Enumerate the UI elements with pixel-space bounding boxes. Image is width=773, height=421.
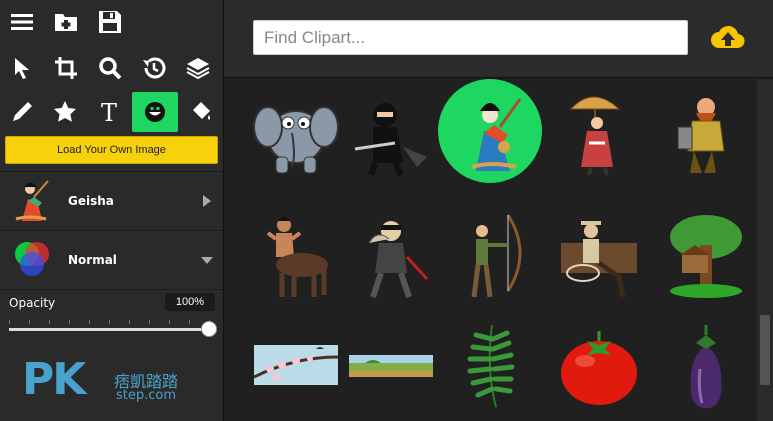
clipart-elephant[interactable] bbox=[246, 83, 346, 183]
load-image-button[interactable]: Load Your Own Image bbox=[5, 136, 218, 164]
clipart-cowboy-lasso[interactable] bbox=[549, 205, 649, 305]
opacity-tick bbox=[129, 320, 130, 324]
clipart-name: Geisha bbox=[68, 193, 114, 208]
clipart-fern-leaf-art bbox=[467, 324, 515, 408]
add-folder-icon[interactable] bbox=[44, 2, 88, 42]
tools-sidebar: T Load Your Own Image Geisha Normal Opac… bbox=[0, 0, 224, 421]
pencil-icon[interactable] bbox=[0, 92, 43, 132]
opacity-value-field[interactable]: 100% bbox=[165, 293, 215, 311]
clipart-landscape[interactable] bbox=[341, 315, 441, 415]
gallery-scrollbar[interactable] bbox=[757, 79, 773, 421]
clipart-ninja[interactable] bbox=[341, 83, 441, 183]
blend-mode-label: Normal bbox=[68, 252, 117, 267]
opacity-tick bbox=[149, 320, 150, 324]
clipart-burglar[interactable] bbox=[341, 205, 441, 305]
clipart-dwarf-warrior[interactable] bbox=[656, 83, 756, 183]
watermark-logo: PK 痞凱踏踏 step.com bbox=[22, 354, 202, 414]
clipart-dwarf-warrior-art bbox=[677, 98, 725, 173]
search-bar bbox=[224, 0, 773, 78]
blend-mode-icon bbox=[8, 235, 56, 284]
chevron-down-icon[interactable] bbox=[201, 254, 213, 266]
clipart-archer-art bbox=[471, 214, 522, 298]
zoom-icon[interactable] bbox=[88, 48, 132, 88]
clipart-landscape-art bbox=[349, 355, 433, 377]
clipart-fern-leaf[interactable] bbox=[442, 315, 542, 415]
layers-icon[interactable] bbox=[176, 48, 220, 88]
clipart-treehouse[interactable] bbox=[656, 205, 756, 305]
menu-icon[interactable] bbox=[0, 2, 44, 42]
history-icon[interactable] bbox=[132, 48, 176, 88]
clipart-umbrella-woman-art bbox=[569, 96, 621, 176]
opacity-slider-fill bbox=[9, 328, 209, 331]
opacity-tick bbox=[109, 320, 110, 324]
opacity-label: Opacity bbox=[9, 296, 56, 310]
clipart-centaur[interactable] bbox=[246, 205, 346, 305]
clipart-elephant-art bbox=[253, 106, 339, 174]
clipart-tomato[interactable] bbox=[549, 315, 649, 415]
opacity-tick bbox=[29, 320, 30, 324]
clipart-smiley-icon[interactable] bbox=[132, 92, 178, 132]
current-clipart-row[interactable]: Geisha bbox=[0, 171, 223, 229]
clipart-search-input[interactable] bbox=[253, 20, 688, 55]
opacity-tick bbox=[189, 320, 190, 324]
clipart-eggplant[interactable] bbox=[656, 315, 756, 415]
star-icon[interactable] bbox=[43, 92, 86, 132]
svg-text:T: T bbox=[101, 100, 117, 124]
save-icon[interactable] bbox=[88, 2, 132, 42]
clipart-archer[interactable] bbox=[442, 205, 542, 305]
clipart-geisha[interactable] bbox=[438, 79, 542, 183]
clipart-geisha-art bbox=[471, 98, 522, 171]
crop-icon[interactable] bbox=[44, 48, 88, 88]
clipart-treehouse-art bbox=[670, 215, 742, 298]
clipart-cowboy-lasso-art bbox=[561, 221, 637, 298]
clipart-gallery bbox=[224, 79, 757, 421]
opacity-tick bbox=[49, 320, 50, 324]
clipart-eggplant-art bbox=[689, 325, 723, 410]
opacity-tick bbox=[69, 320, 70, 324]
geisha-thumbnail bbox=[8, 176, 56, 225]
watermark-pk: PK bbox=[22, 354, 86, 405]
opacity-tick bbox=[9, 320, 10, 324]
clipart-ninja-art bbox=[354, 103, 427, 177]
fill-bucket-icon[interactable] bbox=[180, 92, 223, 132]
tool-row-1 bbox=[0, 46, 223, 90]
clipart-umbrella-woman[interactable] bbox=[549, 83, 649, 183]
clipart-centaur-art bbox=[266, 217, 328, 297]
opacity-slider-handle[interactable] bbox=[201, 321, 217, 337]
opacity-control: Opacity 100% bbox=[0, 289, 223, 349]
clipart-tomato-art bbox=[561, 331, 637, 405]
pointer-icon[interactable] bbox=[0, 48, 44, 88]
blend-mode-row[interactable]: Normal bbox=[0, 230, 223, 288]
chevron-right-icon[interactable] bbox=[201, 194, 213, 207]
opacity-tick bbox=[89, 320, 90, 324]
opacity-slider-track[interactable] bbox=[9, 328, 209, 331]
cloud-upload-icon[interactable] bbox=[710, 22, 746, 52]
clipart-burglar-art bbox=[368, 221, 429, 298]
opacity-tick bbox=[169, 320, 170, 324]
clipart-cherry-blossom-art bbox=[253, 345, 339, 385]
clipart-cherry-blossom[interactable] bbox=[246, 315, 346, 415]
watermark-step: step.com bbox=[116, 388, 177, 403]
tool-row-2: T bbox=[0, 90, 223, 134]
text-icon[interactable]: T bbox=[87, 92, 130, 132]
file-toolbar bbox=[0, 0, 223, 44]
scroll-thumb[interactable] bbox=[760, 315, 770, 385]
